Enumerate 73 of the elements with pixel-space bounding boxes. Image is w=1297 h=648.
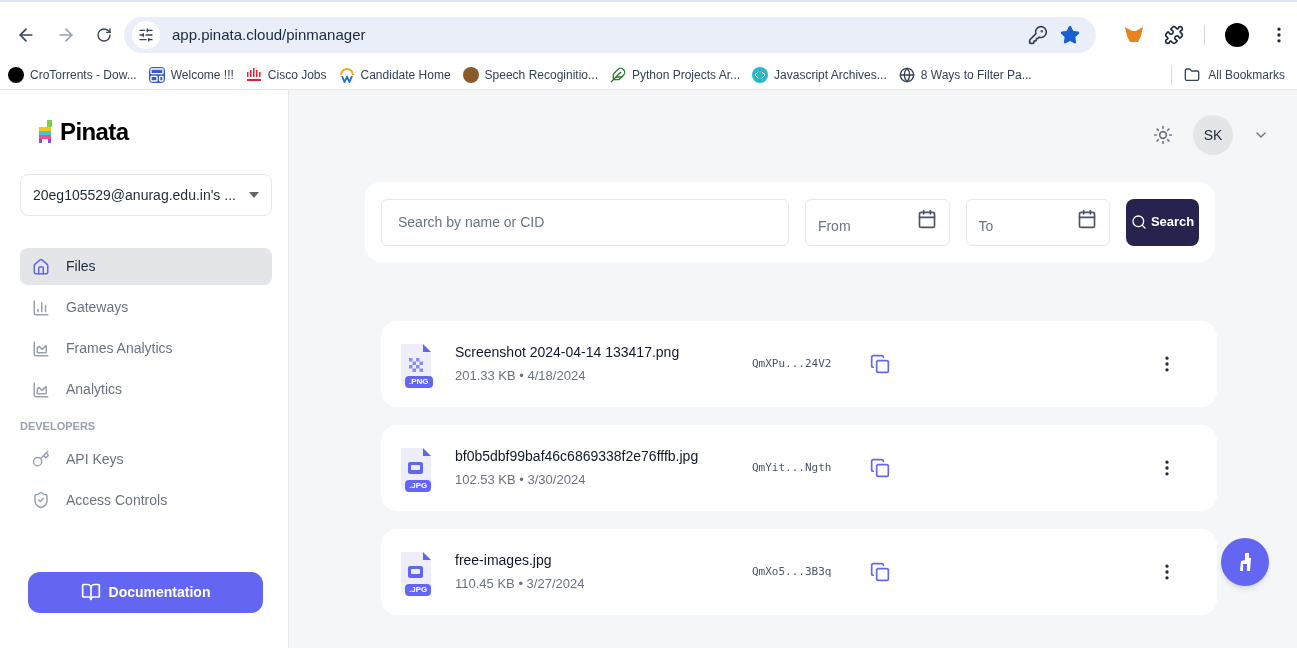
url-text: app.pinata.cloud/pinmanager	[172, 24, 367, 45]
book-icon	[80, 582, 101, 602]
file-name: free-images.jpg	[455, 551, 553, 571]
file-name: bf0b5dbf99baf46c6869338f2e76fffb.jpg	[455, 447, 700, 467]
search-button[interactable]: Search	[1126, 198, 1199, 246]
code-icon	[752, 66, 769, 83]
file-type-label: .PNG	[405, 376, 433, 388]
bookmark[interactable]: Welcome !!!	[148, 65, 234, 84]
file-row[interactable]: .PNG Screenshot 2024-04-14 133417.png 201.33 KB • 4/18/2024 QmXPu...24V2	[381, 321, 1217, 407]
address-bar[interactable]: app.pinata.cloud/pinmanager	[124, 17, 1096, 53]
nav-item[interactable]: Gateways	[20, 289, 272, 326]
search-field[interactable]: Search by name or CID	[381, 198, 789, 246]
nav-item[interactable]: Frames Analytics	[20, 330, 272, 367]
extensions-icon[interactable]	[1164, 25, 1184, 45]
user-avatar[interactable]: SK	[1193, 115, 1233, 155]
all-bookmarks[interactable]: All Bookmarks	[1184, 65, 1289, 84]
nav-item[interactable]: Access Controls	[20, 481, 272, 519]
arc-icon	[338, 66, 355, 83]
file-row[interactable]: .JPG free-images.jpg 110.45 KB • 3/27/2024 QmXo5...3B3q	[381, 529, 1217, 615]
home-icon	[32, 257, 50, 276]
bookmark[interactable]: 8 Ways to Filter Pa...	[898, 65, 1032, 84]
window-icon	[148, 66, 165, 83]
reload-icon[interactable]	[96, 27, 112, 43]
file-meta: 110.45 KB • 3/27/2024	[455, 575, 586, 594]
file-type-label: .JPG	[405, 480, 432, 492]
logo-text: Pinata	[60, 117, 129, 147]
cid-text: QmXo5...3B3q	[752, 563, 833, 580]
bar-chart-icon	[32, 298, 50, 317]
theme-toggle-icon[interactable]	[1153, 125, 1173, 145]
section-label: DEVELOPERS	[20, 419, 97, 434]
file-name: Screenshot 2024-04-14 133417.png	[455, 343, 681, 363]
bookmark[interactable]: Candidate Home	[338, 65, 451, 84]
download-icon	[8, 66, 24, 83]
account-dropdown[interactable]: 20eg105529@anurag.edu.in's ...	[20, 174, 272, 216]
copy-icon[interactable]	[870, 562, 890, 582]
line-chart-icon	[32, 380, 50, 399]
bookmark[interactable]: CroTorrents - Dow...	[8, 65, 137, 84]
nav-item[interactable]: API Keys	[20, 440, 272, 478]
file-meta: 201.33 KB • 4/18/2024	[455, 367, 587, 386]
line-chart-icon	[32, 339, 50, 358]
documentation-button[interactable]: Documentation	[28, 571, 263, 613]
search-icon	[1130, 214, 1147, 230]
bookmark[interactable]: Python Projects Ar...	[610, 65, 741, 84]
file-type-label: .JPG	[405, 584, 432, 596]
profile-avatar[interactable]	[1225, 23, 1249, 47]
nav-item[interactable]: Files	[20, 248, 272, 285]
key-icon	[32, 450, 50, 468]
fox-icon[interactable]	[1124, 26, 1144, 44]
bars-icon	[245, 67, 262, 82]
caret-icon	[249, 192, 259, 198]
bookmark[interactable]: Speech Recoginitio...	[462, 65, 598, 84]
site-settings-icon[interactable]	[138, 27, 154, 43]
calendar-icon	[916, 208, 937, 229]
copy-icon[interactable]	[870, 354, 890, 374]
bookmark[interactable]: Cisco Jobs	[245, 65, 327, 84]
feather-icon	[610, 66, 626, 83]
file-row[interactable]: .JPG bf0b5dbf99baf46c6869338f2e76fffb.jpg 102.53 KB • 3/30/2024 QmYit...Ngth	[381, 425, 1217, 511]
shield-icon	[32, 491, 50, 509]
key-icon[interactable]	[1028, 25, 1048, 45]
to-date-field[interactable]: To	[965, 198, 1111, 246]
llama-icon	[1238, 552, 1252, 572]
from-date-field[interactable]: From	[804, 198, 950, 246]
copy-icon[interactable]	[870, 458, 890, 478]
calendar-icon	[1077, 208, 1098, 229]
cid-text: QmYit...Ngth	[752, 459, 833, 476]
cid-text: QmXPu...24V2	[752, 355, 833, 372]
chat-button[interactable]	[1221, 538, 1269, 586]
bookmark[interactable]: Javascript Archives...	[752, 65, 887, 84]
file-meta: 102.53 KB • 3/30/2024	[455, 471, 587, 490]
globe-icon	[898, 66, 915, 83]
nav-item[interactable]: Analytics	[20, 371, 272, 408]
bookmark-star-icon[interactable]	[1060, 25, 1080, 45]
folder-icon	[1184, 66, 1201, 83]
